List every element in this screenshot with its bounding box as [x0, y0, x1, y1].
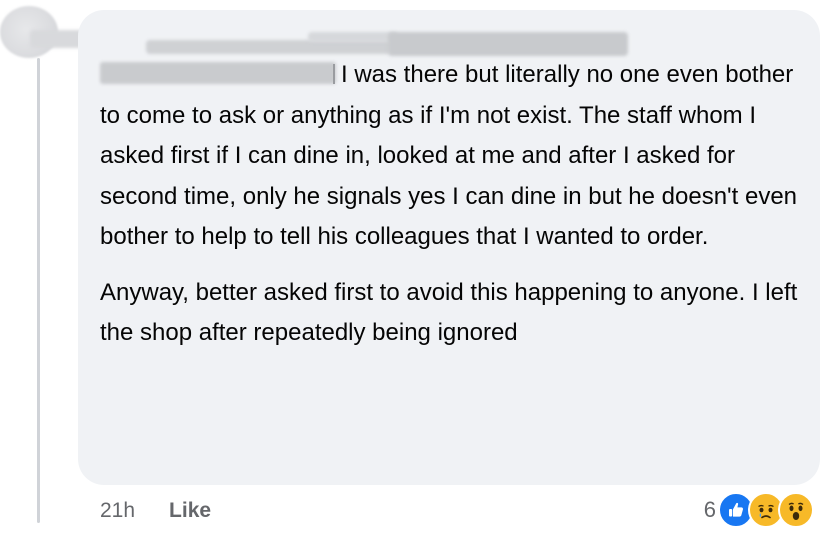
comment-paragraph-2: Anyway, better asked first to avoid this…	[100, 278, 798, 347]
redacted-author-name	[388, 32, 628, 56]
timestamp[interactable]: 21h	[100, 499, 135, 523]
comment-actions: 21h Like	[100, 496, 211, 526]
reaction-count[interactable]: 6	[704, 497, 716, 523]
comment-paragraph-1: I was there but literally no one even bo…	[100, 61, 798, 250]
comment-paragraph: I was there but literally no one even bo…	[100, 55, 800, 258]
like-button[interactable]: Like	[169, 499, 211, 523]
redacted-author-name	[146, 40, 391, 54]
reaction-summary[interactable]: 6	[704, 490, 814, 530]
wow-icon	[778, 492, 814, 528]
comment-text: I was there but literally no one even bo…	[100, 55, 800, 354]
thread-line	[37, 58, 40, 523]
redacted-author-name	[308, 32, 398, 42]
